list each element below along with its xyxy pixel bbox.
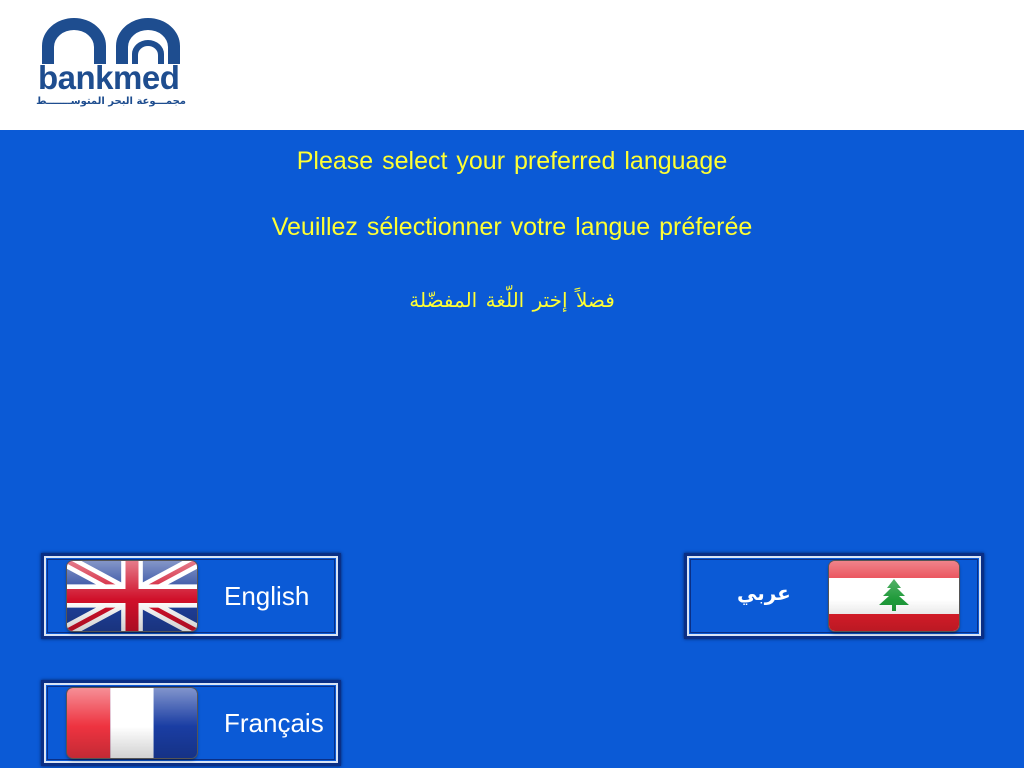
logo-tagline: مجمـــوعة البحر المتوســـــــط — [36, 96, 186, 107]
header-bar: bankmed مجمـــوعة البحر المتوســـــــط — [0, 0, 1024, 130]
atm-screen: bankmed مجمـــوعة البحر المتوســـــــط P… — [0, 0, 1024, 768]
prompt-french: Veuillez sélectionner votre langue préfe… — [271, 213, 753, 241]
logo-wordmark: bankmed — [38, 59, 180, 96]
arabic-button[interactable]: عربي — [684, 553, 984, 639]
french-button[interactable]: Français — [41, 680, 341, 766]
france-flag-icon — [67, 688, 197, 758]
lebanon-flag-icon — [829, 561, 959, 631]
english-label: English — [224, 581, 310, 611]
prompt-arabic: فضلاً إختر اللّغة المفضّلة — [409, 288, 615, 312]
arabic-label: عربي — [737, 581, 791, 605]
english-button[interactable]: English — [41, 553, 341, 639]
french-label: Français — [224, 708, 324, 738]
uk-flag-icon — [67, 561, 197, 631]
bankmed-logo: bankmed مجمـــوعة البحر المتوســـــــط — [36, 16, 198, 116]
prompt-english: Please select your preferred language — [296, 147, 728, 175]
